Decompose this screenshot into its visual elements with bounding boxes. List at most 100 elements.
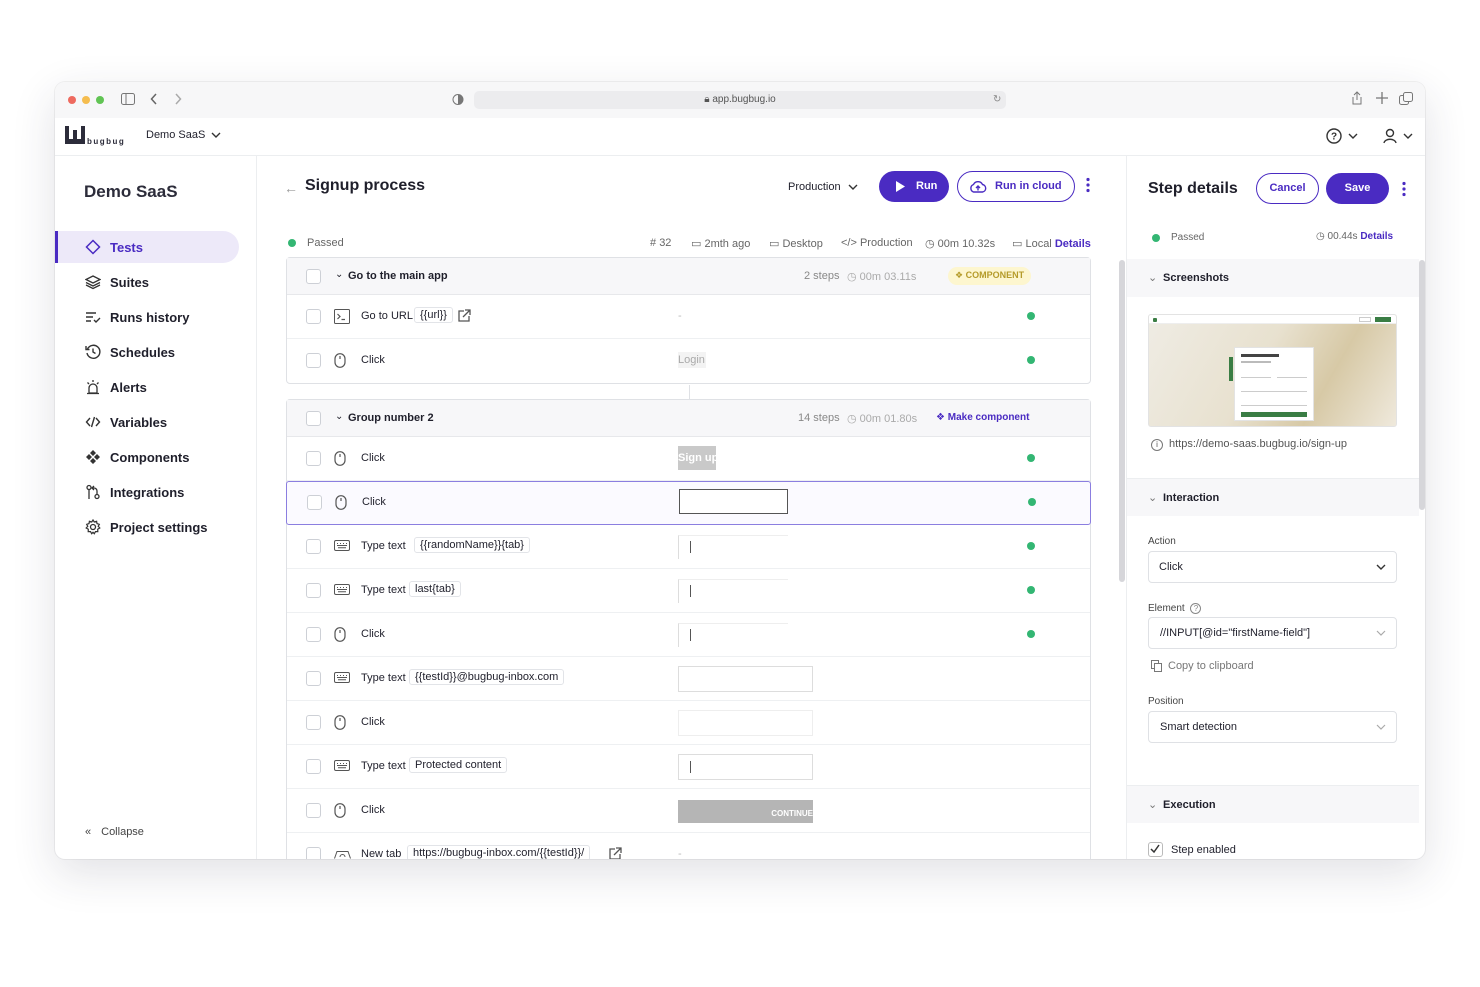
group-header[interactable]: ⌄ Go to the main app 2 steps ◷ 00m 03.11… bbox=[287, 258, 1090, 295]
group-header[interactable]: ⌄ Group number 2 14 steps ◷ 00m 01.80s ❖… bbox=[287, 400, 1090, 437]
bugbug-logo[interactable] bbox=[65, 126, 85, 144]
group-checkbox[interactable] bbox=[306, 411, 321, 426]
step-type: Click bbox=[362, 496, 386, 508]
external-link-icon[interactable] bbox=[457, 309, 471, 323]
step-checkbox[interactable] bbox=[306, 671, 321, 686]
element-selector-value: //INPUT[@id="firstName-field"] bbox=[1160, 627, 1311, 639]
new-tab-icon[interactable] bbox=[1376, 92, 1388, 104]
screenshots-section-header[interactable]: ⌄ Screenshots bbox=[1127, 259, 1419, 297]
chevron-down-icon[interactable]: ⌄ bbox=[335, 269, 343, 280]
step-type: Click bbox=[361, 716, 385, 728]
sidebar-item-suites[interactable]: Suites bbox=[55, 266, 239, 298]
interaction-section-header[interactable]: ⌄ Interaction bbox=[1127, 478, 1419, 516]
step-status-dot bbox=[1027, 356, 1035, 364]
address-bar[interactable]: 🔒︎ app.bugbug.io bbox=[474, 91, 1006, 109]
element-selector-input[interactable]: //INPUT[@id="firstName-field"] bbox=[1148, 617, 1397, 649]
step-row[interactable]: Click bbox=[287, 613, 1090, 657]
forward-icon[interactable] bbox=[174, 93, 182, 105]
step-checkbox[interactable] bbox=[306, 539, 321, 554]
step-row[interactable]: Type text last{tab} bbox=[287, 569, 1090, 613]
sidebar-item-integrations[interactable]: Integrations bbox=[55, 476, 239, 508]
step-checkbox[interactable] bbox=[306, 627, 321, 642]
tabs-overview-icon[interactable] bbox=[1399, 92, 1413, 105]
action-select[interactable]: Click bbox=[1148, 551, 1397, 583]
step-checkbox[interactable] bbox=[307, 495, 322, 510]
external-link-icon[interactable] bbox=[608, 847, 622, 859]
more-options-icon[interactable] bbox=[1402, 181, 1406, 197]
sidebar-item-schedules[interactable]: Schedules bbox=[55, 336, 239, 368]
sidebar-item-alerts[interactable]: Alerts bbox=[55, 371, 239, 403]
run-button[interactable]: Run bbox=[879, 171, 949, 202]
step-row[interactable]: Click bbox=[287, 701, 1090, 745]
group-checkbox[interactable] bbox=[306, 269, 321, 284]
step-enabled-checkbox[interactable] bbox=[1148, 842, 1163, 857]
main-scrollbar[interactable] bbox=[1119, 260, 1125, 582]
share-icon[interactable] bbox=[1351, 91, 1363, 105]
collapse-button[interactable]: « Collapse bbox=[85, 826, 144, 838]
step-status-dot bbox=[1027, 586, 1035, 594]
sidebar-item-label: Components bbox=[110, 450, 190, 465]
step-checkbox[interactable] bbox=[306, 353, 321, 368]
minimize-dot[interactable] bbox=[82, 96, 90, 104]
details-link[interactable]: Details bbox=[1055, 238, 1091, 250]
sidebar-item-components[interactable]: Components bbox=[55, 441, 239, 473]
step-row[interactable]: Click CONTINUE bbox=[287, 789, 1090, 833]
step-checkbox[interactable] bbox=[306, 583, 321, 598]
more-options-icon[interactable] bbox=[1086, 177, 1090, 193]
shield-icon[interactable] bbox=[452, 93, 464, 106]
chevron-down-icon bbox=[1376, 630, 1386, 636]
step-checkbox[interactable] bbox=[306, 759, 321, 774]
step-checkbox[interactable] bbox=[306, 715, 321, 730]
step-row-selected[interactable]: Click bbox=[286, 481, 1091, 525]
step-checkbox[interactable] bbox=[306, 451, 321, 466]
run-duration: ◷ 00m 10.32s bbox=[925, 237, 995, 250]
environment-dropdown[interactable]: Production bbox=[788, 181, 858, 193]
chevron-down-icon bbox=[1376, 724, 1386, 730]
maximize-dot[interactable] bbox=[96, 96, 104, 104]
step-checkbox[interactable] bbox=[306, 309, 321, 324]
screenshot-button bbox=[1375, 317, 1391, 322]
details-link[interactable]: Details bbox=[1360, 231, 1393, 242]
help-icon[interactable]: ? bbox=[1190, 603, 1202, 614]
step-row[interactable]: Type text {{testId}}@bugbug-inbox.com bbox=[287, 657, 1090, 701]
make-component-button[interactable]: ❖ Make component bbox=[936, 412, 1029, 423]
copy-icon bbox=[1151, 660, 1162, 673]
cancel-button[interactable]: Cancel bbox=[1256, 173, 1319, 204]
test-title[interactable]: Signup process bbox=[305, 177, 425, 195]
step-row[interactable]: New tab https://bugbug-inbox.com/{{testI… bbox=[287, 833, 1090, 859]
step-row[interactable]: Click Login bbox=[287, 339, 1090, 383]
step-row[interactable]: Click Sign up bbox=[287, 437, 1090, 481]
sidebar-item-project-settings[interactable]: Project settings bbox=[55, 511, 239, 543]
step-row[interactable]: Type text {{randomName}}{tab} bbox=[287, 525, 1090, 569]
step-row[interactable]: Type text Protected content bbox=[287, 745, 1090, 789]
help-icon[interactable]: ? bbox=[1326, 127, 1358, 145]
mouse-icon bbox=[334, 451, 350, 467]
step-checkbox[interactable] bbox=[306, 847, 321, 859]
sidebar-item-tests[interactable]: Tests bbox=[55, 231, 239, 263]
position-select[interactable]: Smart detection bbox=[1148, 711, 1397, 743]
component-badge-label: COMPONENT bbox=[965, 270, 1025, 280]
back-arrow-icon[interactable]: ← bbox=[284, 180, 298, 196]
project-selector[interactable]: Demo SaaS bbox=[146, 129, 221, 141]
sidebar-item-runs-history[interactable]: Runs history bbox=[55, 301, 239, 333]
run-device-value: Desktop bbox=[782, 238, 823, 250]
user-menu-icon[interactable] bbox=[1382, 127, 1414, 145]
step-checkbox[interactable] bbox=[306, 803, 321, 818]
component-icon: ❖ bbox=[955, 270, 966, 280]
sidebar-item-variables[interactable]: Variables bbox=[55, 406, 239, 438]
reload-icon[interactable]: ↻ bbox=[993, 93, 1001, 107]
step-row[interactable]: Go to URL {{url}} - bbox=[287, 295, 1090, 339]
step-type: Type text bbox=[361, 540, 406, 552]
chevron-down-icon[interactable]: ⌄ bbox=[335, 411, 343, 422]
copy-to-clipboard-label: Copy to clipboard bbox=[1168, 660, 1254, 672]
details-scrollbar[interactable] bbox=[1419, 260, 1425, 510]
sidebar-toggle-icon[interactable] bbox=[121, 93, 135, 105]
back-icon[interactable] bbox=[150, 93, 158, 105]
copy-to-clipboard-button[interactable]: Copy to clipboard bbox=[1151, 660, 1254, 673]
execution-section-header[interactable]: ⌄ Execution bbox=[1127, 785, 1419, 823]
text-cursor bbox=[690, 629, 691, 641]
step-screenshot[interactable] bbox=[1148, 314, 1397, 427]
save-button[interactable]: Save bbox=[1326, 173, 1389, 204]
close-dot[interactable] bbox=[68, 96, 76, 104]
run-in-cloud-button[interactable]: Run in cloud bbox=[957, 171, 1075, 202]
